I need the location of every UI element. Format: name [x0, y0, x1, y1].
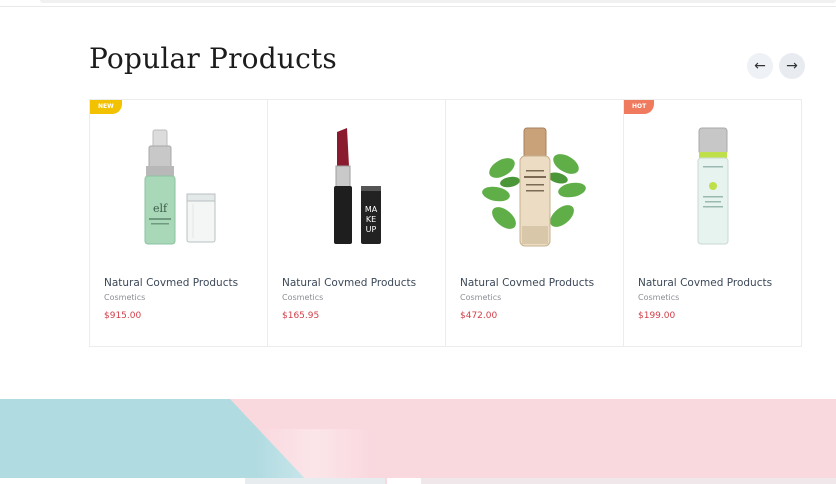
product-category: Cosmetics	[282, 293, 324, 302]
product-image-lipstick: MA KE UP	[268, 122, 445, 254]
product-grid: NEW elf Natural Covmed Products Cosmetic…	[89, 99, 802, 347]
svg-text:UP: UP	[365, 225, 376, 234]
product-category: Cosmetics	[638, 293, 680, 302]
svg-text:elf: elf	[152, 202, 167, 215]
banner-blue-panel	[0, 399, 310, 484]
banner-fade	[255, 429, 375, 484]
carousel-prev-button[interactable]: ←	[747, 53, 773, 79]
bottom-bar	[0, 478, 836, 484]
bottom-bar-segment	[245, 478, 385, 484]
promo-banner	[0, 399, 836, 484]
product-image-primer: elf	[90, 122, 267, 254]
svg-text:KE: KE	[365, 215, 375, 224]
product-price: $199.00	[638, 311, 676, 321]
hot-badge: HOT	[624, 100, 655, 114]
bottom-bar-segment	[0, 478, 245, 484]
product-price: $915.00	[104, 311, 142, 321]
bottom-bar-segment	[421, 478, 836, 484]
bottom-bar-segment	[387, 478, 421, 484]
product-category: Cosmetics	[104, 293, 146, 302]
arrow-right-icon: →	[786, 58, 798, 74]
product-price: $165.95	[282, 311, 320, 321]
product-category: Cosmetics	[460, 293, 502, 302]
product-name[interactable]: Natural Covmed Products	[638, 277, 772, 289]
carousel-next-button[interactable]: →	[779, 53, 805, 79]
top-strip	[0, 0, 836, 7]
product-card[interactable]: MA KE UP Natural Covmed Products Cosmeti…	[268, 100, 446, 346]
section-title: Popular Products	[89, 42, 337, 75]
product-price: $472.00	[460, 311, 498, 321]
svg-text:MA: MA	[364, 205, 377, 214]
product-card[interactable]: Natural Covmed Products Cosmetics $472.0…	[446, 100, 624, 346]
product-card[interactable]: NEW elf Natural Covmed Products Cosmetic…	[90, 100, 268, 346]
product-name[interactable]: Natural Covmed Products	[460, 277, 594, 289]
product-image-lotion	[624, 122, 801, 254]
new-badge: NEW	[90, 100, 122, 114]
arrow-left-icon: ←	[754, 58, 766, 74]
product-image-serum	[446, 122, 623, 254]
product-name[interactable]: Natural Covmed Products	[282, 277, 416, 289]
product-card[interactable]: HOT Natural Covmed Products Cosmetics $1…	[624, 100, 801, 346]
top-strip-shade	[40, 0, 836, 3]
product-name[interactable]: Natural Covmed Products	[104, 277, 238, 289]
